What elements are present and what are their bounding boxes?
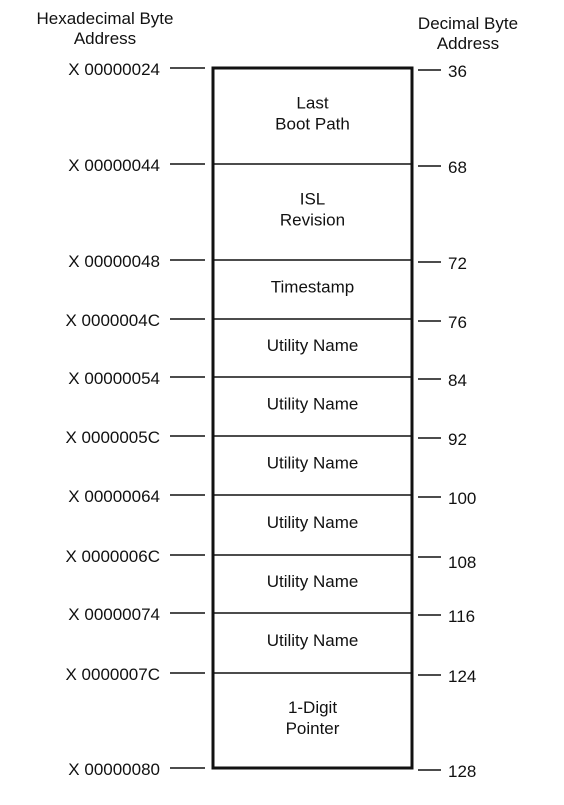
dec-address-label: 76 xyxy=(448,313,467,332)
field-label: Utility Name xyxy=(267,395,359,414)
hex-address-label: X 00000048 xyxy=(68,252,160,271)
dec-address-label: 100 xyxy=(448,489,476,508)
dec-header-line1: Decimal Byte xyxy=(418,14,518,33)
field-label: Utility Name xyxy=(267,513,359,532)
dec-address-label: 36 xyxy=(448,62,467,81)
field-label: Pointer xyxy=(286,719,340,738)
field-label: ISL xyxy=(300,190,326,209)
field-label: Boot Path xyxy=(275,115,350,134)
dec-address-label: 84 xyxy=(448,371,467,390)
hex-address-label: X 00000044 xyxy=(68,156,160,175)
field-label: Utility Name xyxy=(267,631,359,650)
field-label: Utility Name xyxy=(267,336,359,355)
dec-address-label: 128 xyxy=(448,762,476,781)
hex-header-line2: Address xyxy=(74,29,136,48)
field-label: Utility Name xyxy=(267,572,359,591)
dec-header-line2: Address xyxy=(437,34,499,53)
dec-address-label: 72 xyxy=(448,254,467,273)
dec-address-label: 68 xyxy=(448,158,467,177)
hex-header-line1: Hexadecimal Byte xyxy=(36,9,173,28)
hex-address-label: X 00000054 xyxy=(68,369,160,388)
dec-address-label: 92 xyxy=(448,430,467,449)
field-label: Timestamp xyxy=(271,278,354,297)
hex-address-label: X 00000064 xyxy=(68,487,160,506)
field-label: Revision xyxy=(280,211,345,230)
dec-address-label: 124 xyxy=(448,667,476,686)
memory-block-outline xyxy=(211,66,414,770)
hex-address-label: X 0000005C xyxy=(65,428,160,447)
dec-address-label: 116 xyxy=(448,607,475,626)
hex-address-label: X 0000007C xyxy=(65,665,160,684)
hex-address-label: X 00000080 xyxy=(68,760,160,779)
hex-address-label: X 0000006C xyxy=(65,547,160,566)
memory-layout-diagram: Hexadecimal Byte Address Decimal Byte Ad… xyxy=(36,9,518,781)
hex-address-label: X 0000004C xyxy=(65,311,160,330)
hex-address-label: X 00000074 xyxy=(68,605,160,624)
field-label: Utility Name xyxy=(267,454,359,473)
dec-address-label: 108 xyxy=(448,553,476,572)
field-label: 1-Digit xyxy=(288,698,337,717)
field-label: Last xyxy=(296,94,328,113)
hex-address-label: X 00000024 xyxy=(68,60,160,79)
